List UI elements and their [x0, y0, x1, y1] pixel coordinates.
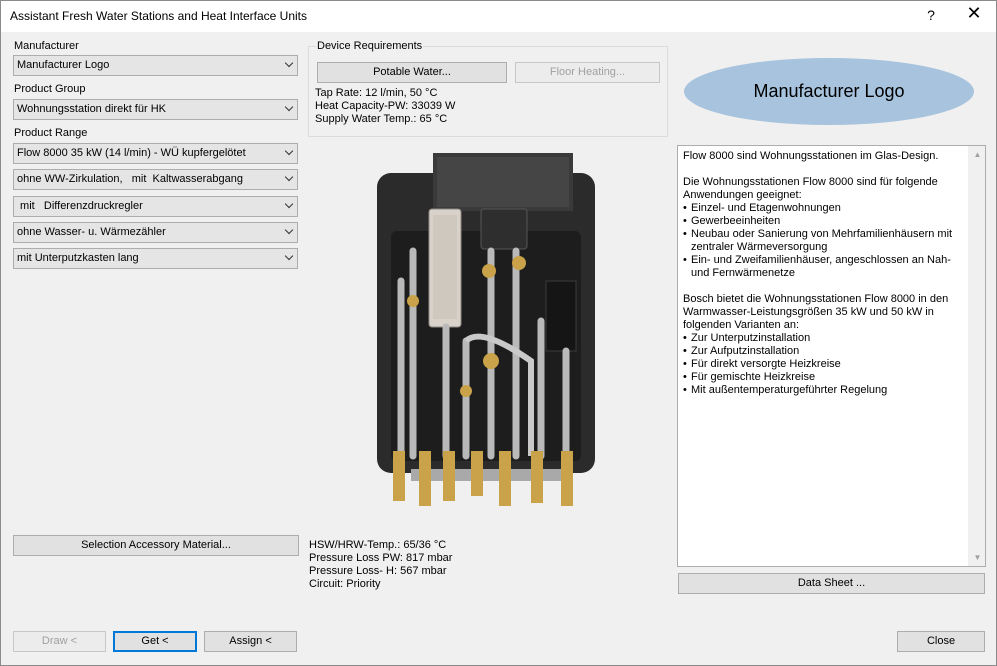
installation-box-value: mit Unterputzkasten lang [17, 252, 139, 264]
potable-water-button[interactable]: Potable Water... [317, 62, 507, 83]
hsw-temp-text: HSW/HRW-Temp.: 65/36 °C [309, 539, 447, 551]
circulation-dropdown[interactable]: ohne WW-Zirkulation, mit Kaltwasserabgan… [13, 169, 298, 190]
product-range-dropdown[interactable]: Flow 8000 35 kW (14 l/min) - WÜ kupferge… [13, 143, 298, 164]
meter-value: ohne Wasser- u. Wärmezähler [17, 226, 166, 238]
list-item: Einzel- und Etagenwohnungen [683, 202, 966, 215]
installation-box-dropdown[interactable]: mit Unterputzkasten lang [13, 248, 298, 269]
draw-button[interactable]: Draw < [13, 631, 106, 652]
manufacturer-value: Manufacturer Logo [17, 59, 110, 71]
application-list: Einzel- und Etagenwohnungen Gewerbeeinhe… [683, 202, 966, 280]
floor-heating-button[interactable]: Floor Heating... [515, 62, 660, 83]
title-bar: Assistant Fresh Water Stations and Heat … [1, 1, 996, 32]
list-item: Zur Unterputzinstallation [683, 332, 966, 345]
circuit-text: Circuit: Priority [309, 578, 381, 590]
product-range-value: Flow 8000 35 kW (14 l/min) - WÜ kupferge… [17, 147, 246, 159]
chevron-down-icon [281, 170, 297, 189]
variant-list: Zur Unterputzinstallation Zur Aufputzins… [683, 332, 966, 397]
product-group-dropdown[interactable]: Wohnungsstation direkt für HK [13, 99, 298, 120]
product-group-value: Wohnungsstation direkt für HK [17, 103, 166, 115]
description-para1: Die Wohnungsstationen Flow 8000 sind für… [683, 176, 938, 201]
supply-temp-text: Supply Water Temp.: 65 °C [315, 113, 448, 125]
list-item: Gewerbeeinheiten [683, 215, 966, 228]
manufacturer-logo-text: Manufacturer Logo [753, 81, 905, 101]
meter-dropdown[interactable]: ohne Wasser- u. Wärmezähler [13, 222, 298, 243]
dialog-window: Assistant Fresh Water Stations and Heat … [0, 0, 997, 666]
manufacturer-dropdown[interactable]: Manufacturer Logo [13, 55, 298, 76]
list-item: Mit außentemperaturgeführter Regelung [683, 384, 966, 397]
window-title: Assistant Fresh Water Stations and Heat … [10, 9, 308, 23]
chevron-down-icon [281, 223, 297, 242]
scroll-down-icon[interactable]: ▼ [969, 549, 985, 566]
chevron-down-icon [281, 249, 297, 268]
list-item: Zur Aufputzinstallation [683, 345, 966, 358]
pressure-regulator-value: mit Differenzdruckregler [17, 200, 143, 212]
selection-accessory-button[interactable]: Selection Accessory Material... [13, 535, 299, 556]
chevron-down-icon [281, 100, 297, 119]
list-item: Für direkt versorgte Heizkreise [683, 358, 966, 371]
scroll-up-icon[interactable]: ▲ [969, 146, 985, 163]
list-item: Neubau oder Sanierung von Mehrfamilienhä… [683, 228, 966, 254]
product-image [377, 153, 595, 506]
data-sheet-button[interactable]: Data Sheet ... [678, 573, 985, 594]
close-window-button[interactable]: ✕ [963, 3, 985, 24]
circulation-value: ohne WW-Zirkulation, mit Kaltwasserabgan… [17, 173, 243, 185]
product-range-label: Product Range [14, 127, 88, 139]
chevron-down-icon [281, 197, 297, 216]
manufacturer-logo: Manufacturer Logo [684, 58, 974, 125]
description-textbox[interactable]: Flow 8000 sind Wohnungsstationen im Glas… [677, 145, 986, 567]
list-item: Für gemischte Heizkreise [683, 371, 966, 384]
description-text: Flow 8000 sind Wohnungsstationen im Glas… [683, 150, 966, 410]
assign-button[interactable]: Assign < [204, 631, 297, 652]
device-requirements-title: Device Requirements [316, 40, 424, 52]
manufacturer-label: Manufacturer [14, 40, 79, 52]
product-group-label: Product Group [14, 83, 86, 95]
help-button[interactable]: ? [923, 7, 939, 23]
get-button[interactable]: Get < [113, 631, 197, 652]
chevron-down-icon [281, 56, 297, 75]
chevron-down-icon [281, 144, 297, 163]
list-item: Ein- und Zweifamilienhäuser, angeschloss… [683, 254, 966, 280]
close-button[interactable]: Close [897, 631, 985, 652]
pressure-loss-h-text: Pressure Loss- H: 567 mbar [309, 565, 447, 577]
description-intro: Flow 8000 sind Wohnungsstationen im Glas… [683, 150, 939, 162]
tap-rate-text: Tap Rate: 12 l/min, 50 °C [315, 87, 438, 99]
description-scrollbar[interactable]: ▲ ▼ [968, 146, 985, 566]
pressure-regulator-dropdown[interactable]: mit Differenzdruckregler [13, 196, 298, 217]
heat-capacity-text: Heat Capacity-PW: 33039 W [315, 100, 456, 112]
description-para2: Bosch bietet die Wohnungsstationen Flow … [683, 293, 949, 331]
pressure-loss-pw-text: Pressure Loss PW: 817 mbar [309, 552, 453, 564]
